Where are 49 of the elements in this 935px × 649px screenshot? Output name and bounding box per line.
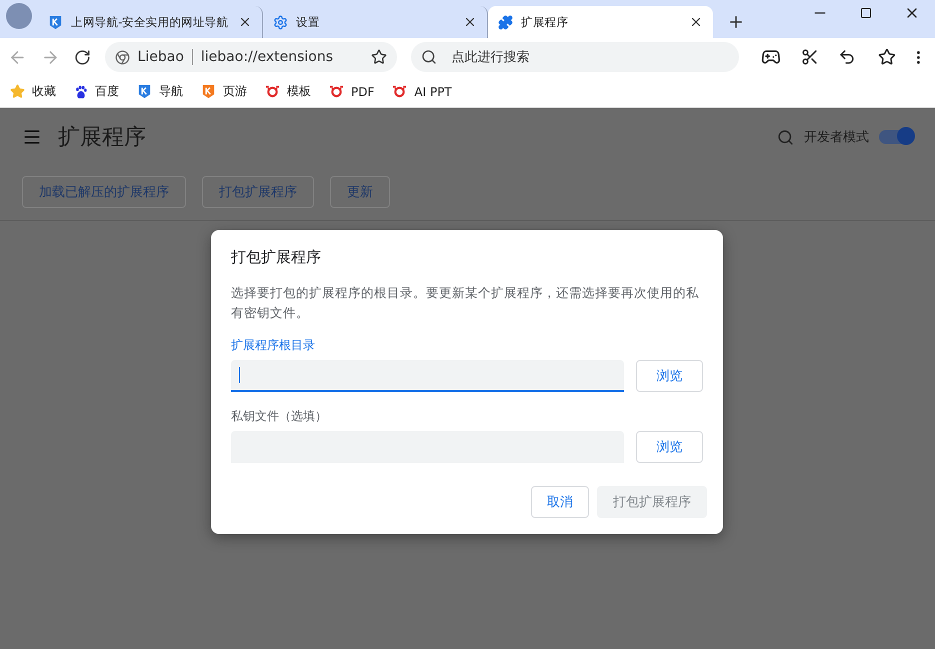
tab-title: 设置 <box>296 14 321 30</box>
browse-button[interactable]: 浏览 <box>636 360 703 392</box>
scissors-icon[interactable] <box>800 48 818 66</box>
puzzle-icon <box>498 14 513 30</box>
close-icon[interactable] <box>689 15 703 29</box>
star-icon[interactable] <box>878 48 896 66</box>
browser-tab[interactable]: 扩展程序 <box>488 6 713 38</box>
search-field[interactable]: 点此进行搜索 <box>411 42 739 72</box>
site-icon <box>114 50 130 64</box>
bookmark-link[interactable]: 页游 <box>223 83 247 100</box>
dialog-button[interactable]: 取消 <box>531 486 589 518</box>
address-bar[interactable]: Liebao liebao://extensions <box>104 42 398 72</box>
undo-icon[interactable] <box>838 48 856 66</box>
search-icon[interactable] <box>777 128 794 146</box>
bookmark-link[interactable]: PDF <box>351 84 374 98</box>
bookmark-logo-icon <box>265 85 280 98</box>
bookmark-star-icon[interactable] <box>371 49 388 65</box>
url-text: liebao://extensions <box>200 49 334 65</box>
bookmark-link[interactable]: 百度 <box>95 83 119 100</box>
reload-icon[interactable] <box>74 48 91 66</box>
search-icon <box>421 49 438 65</box>
bookmark-link[interactable]: 收藏 <box>32 83 56 100</box>
dialog-description: 选择要打包的扩展程序的根目录。要更新某个扩展程序，还需选择要再次使用的私有密钥文件。 <box>231 284 700 322</box>
bookmark-link[interactable]: 导航 <box>159 83 183 100</box>
bookmark-logo-icon <box>329 85 344 98</box>
k-logo-icon <box>48 14 63 30</box>
close-icon[interactable] <box>463 15 477 29</box>
paw-icon <box>74 84 88 98</box>
browse-button[interactable]: 浏览 <box>636 431 703 463</box>
close-icon[interactable] <box>238 15 252 29</box>
dialog-title: 打包扩展程序 <box>231 248 322 267</box>
developer-mode-toggle[interactable] <box>879 130 913 144</box>
field-label: 扩展程序根目录 <box>231 337 316 354</box>
new-tab-icon[interactable] <box>727 13 745 31</box>
developer-mode-label: 开发者模式 <box>804 129 869 146</box>
field-label: 私钥文件（选填） <box>231 408 328 425</box>
bookmark-logo-icon <box>392 85 408 98</box>
k-logo-icon <box>201 84 216 99</box>
gear-icon <box>273 14 288 30</box>
site-label: Liebao <box>138 49 184 65</box>
k-logo-icon <box>137 84 152 99</box>
input-field[interactable] <box>231 360 624 392</box>
page-title: 扩展程序 <box>58 124 146 152</box>
maximize-icon[interactable] <box>860 7 872 19</box>
tab-title: 上网导航-安全实用的网址导航 <box>71 14 230 30</box>
tab-title: 扩展程序 <box>521 14 570 30</box>
bookmark-link[interactable]: AI PPT <box>414 84 452 98</box>
bookmark-link[interactable]: 模板 <box>287 83 311 100</box>
star-icon <box>10 84 25 99</box>
